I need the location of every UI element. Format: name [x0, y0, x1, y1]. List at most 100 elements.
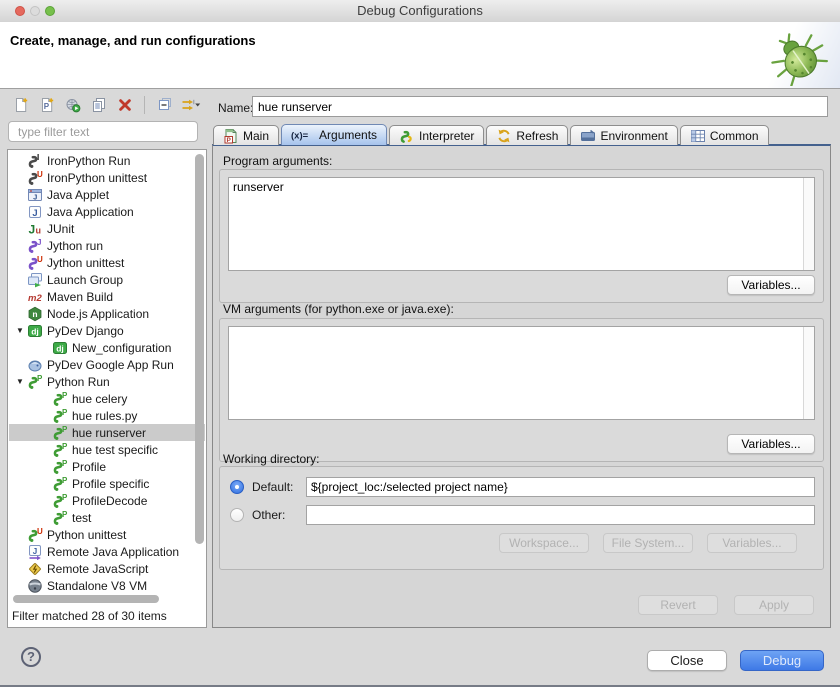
svg-text:P: P — [62, 510, 68, 519]
svg-text:m2: m2 — [28, 293, 42, 304]
configurations-tree-panel: IIronPython RunUIronPython unittestJJava… — [7, 149, 207, 628]
svg-text:I: I — [37, 153, 39, 162]
export-configurations-button[interactable] — [62, 95, 83, 116]
tree-item-ironpython-unittest[interactable]: UIronPython unittest — [9, 169, 205, 186]
svg-text:U: U — [37, 170, 43, 179]
duplicate-configuration-button[interactable] — [88, 95, 109, 116]
tree-item-launch-group[interactable]: Launch Group — [9, 271, 205, 288]
tree-item-label: JUnit — [47, 222, 74, 236]
tree-item-label: Remote JavaScript — [47, 562, 148, 576]
tree-item-maven-build[interactable]: m2Maven Build — [9, 288, 205, 305]
tree-item-test[interactable]: Ptest — [9, 509, 205, 526]
ironpython-unittest-icon: U — [27, 170, 43, 186]
tab-environment[interactable]: Environment — [570, 125, 677, 145]
tree-item-pydev-django[interactable]: ▼djPyDev Django — [9, 322, 205, 339]
expander-icon[interactable]: ▼ — [13, 322, 27, 339]
svg-text:P: P — [62, 493, 68, 502]
filter-status-text: Filter matched 28 of 30 items — [12, 609, 167, 623]
svg-text:P: P — [62, 425, 68, 434]
tree-item-remote-javascript[interactable]: Remote JavaScript — [9, 560, 205, 577]
tree-item-new-configuration[interactable]: dj New_configuration — [9, 339, 205, 356]
tree-item-label: Python Run — [47, 375, 110, 389]
tree-item-java-applet[interactable]: JJava Applet — [9, 186, 205, 203]
tree-item-profiledecode[interactable]: PProfileDecode — [9, 492, 205, 509]
program-arguments-textarea[interactable]: runserver — [229, 178, 804, 270]
debug-button[interactable]: Debug — [740, 650, 824, 671]
python-icon: P — [52, 391, 68, 407]
window-title: Debug Configurations — [0, 0, 840, 22]
tab-label: Common — [710, 129, 759, 143]
textarea-scrollbar[interactable] — [803, 327, 814, 419]
tree-item-remote-java-application[interactable]: JRemote Java Application — [9, 543, 205, 560]
apply-button[interactable]: Apply — [734, 595, 814, 615]
default-directory-input[interactable] — [306, 477, 815, 497]
python-icon: P — [52, 493, 68, 509]
new-prototype-button[interactable]: P — [36, 95, 57, 116]
new-configuration-button[interactable] — [10, 95, 31, 116]
tab-label: Interpreter — [419, 129, 474, 143]
tree-item-label: New_configuration — [72, 341, 171, 355]
help-button[interactable]: ? — [21, 647, 41, 667]
tree-item-jython-unittest[interactable]: UJython unittest — [9, 254, 205, 271]
vm-arguments-textarea[interactable] — [229, 327, 804, 419]
svg-text:u: u — [36, 225, 42, 235]
vm-arguments-variables-button[interactable]: Variables... — [727, 434, 815, 454]
tree-item-label: Jython unittest — [47, 256, 124, 270]
ironpython-run-icon: I — [27, 153, 43, 169]
tree-item-node-js-application[interactable]: nNode.js Application — [9, 305, 205, 322]
file-system-button[interactable]: File System... — [603, 533, 693, 553]
other-directory-input[interactable] — [306, 505, 815, 525]
tree-item-python-run[interactable]: ▼PPython Run — [9, 373, 205, 390]
tree-item-hue-test-specific[interactable]: Phue test specific — [9, 441, 205, 458]
tree-item-hue-celery[interactable]: Phue celery — [9, 390, 205, 407]
debug-configurations-dialog: Debug Configurations Create, manage, and… — [0, 0, 840, 687]
name-input[interactable] — [252, 96, 828, 117]
tree-item-profile[interactable]: PProfile — [9, 458, 205, 475]
tab-arguments[interactable]: (x)=Arguments — [281, 124, 387, 145]
svg-text:J: J — [33, 192, 37, 201]
vm-arguments-frame — [228, 326, 815, 420]
svg-text:dj: dj — [56, 343, 64, 353]
svg-text:P: P — [62, 391, 68, 400]
close-button[interactable]: Close — [647, 650, 727, 671]
tree-item-java-application[interactable]: JJava Application — [9, 203, 205, 220]
tree-item-label: Jython run — [47, 239, 103, 253]
tree-item-jython-run[interactable]: JJython run — [9, 237, 205, 254]
delete-configuration-button[interactable] — [114, 95, 135, 116]
junit-icon: Ju — [27, 221, 43, 237]
tree-item-profile-specific[interactable]: PProfile specific — [9, 475, 205, 492]
tree-item-hue-rules-py[interactable]: Phue rules.py — [9, 407, 205, 424]
filter-configurations-button[interactable] — [180, 95, 201, 116]
textarea-scrollbar[interactable] — [803, 178, 814, 270]
tree-item-python-unittest[interactable]: UPython unittest — [9, 526, 205, 543]
gae-icon — [27, 357, 43, 373]
tree-item-ironpython-run[interactable]: IIronPython Run — [9, 152, 205, 169]
tree-item-label: test — [72, 511, 91, 525]
tree-horizontal-scrollbar[interactable] — [13, 595, 159, 603]
tree-vertical-scrollbar[interactable] — [195, 154, 204, 544]
tree-item-hue-runserver[interactable]: Phue runserver — [9, 424, 205, 441]
default-radio[interactable] — [230, 480, 244, 494]
header-title: Create, manage, and run configurations — [10, 33, 256, 48]
program-arguments-variables-button[interactable]: Variables... — [727, 275, 815, 295]
python-icon: P — [52, 442, 68, 458]
tree-item-standalone-v8-vm[interactable]: Standalone V8 VM — [9, 577, 205, 594]
working-directory-group: Default: Other: Workspace... File System… — [219, 466, 824, 570]
tree-item-label: Profile specific — [72, 477, 149, 491]
tree-item-junit[interactable]: Ju JUnit — [9, 220, 205, 237]
tree-item-label: PyDev Django — [47, 324, 124, 338]
tab-interpreter[interactable]: Interpreter — [389, 125, 484, 145]
tree-item-pydev-google-app-run[interactable]: PyDev Google App Run — [9, 356, 205, 373]
tab-refresh[interactable]: Refresh — [486, 125, 568, 145]
filter-input[interactable] — [8, 121, 198, 142]
tree-item-label: Java Application — [47, 205, 134, 219]
tab-common-icon — [690, 128, 706, 144]
revert-button[interactable]: Revert — [638, 595, 718, 615]
collapse-all-button[interactable] — [154, 95, 175, 116]
tab-main[interactable]: PMain — [213, 125, 279, 145]
tab-common[interactable]: Common — [680, 125, 769, 145]
working-directory-variables-button[interactable]: Variables... — [707, 533, 797, 553]
expander-icon[interactable]: ▼ — [13, 373, 27, 390]
workspace-button[interactable]: Workspace... — [499, 533, 589, 553]
other-radio[interactable] — [230, 508, 244, 522]
